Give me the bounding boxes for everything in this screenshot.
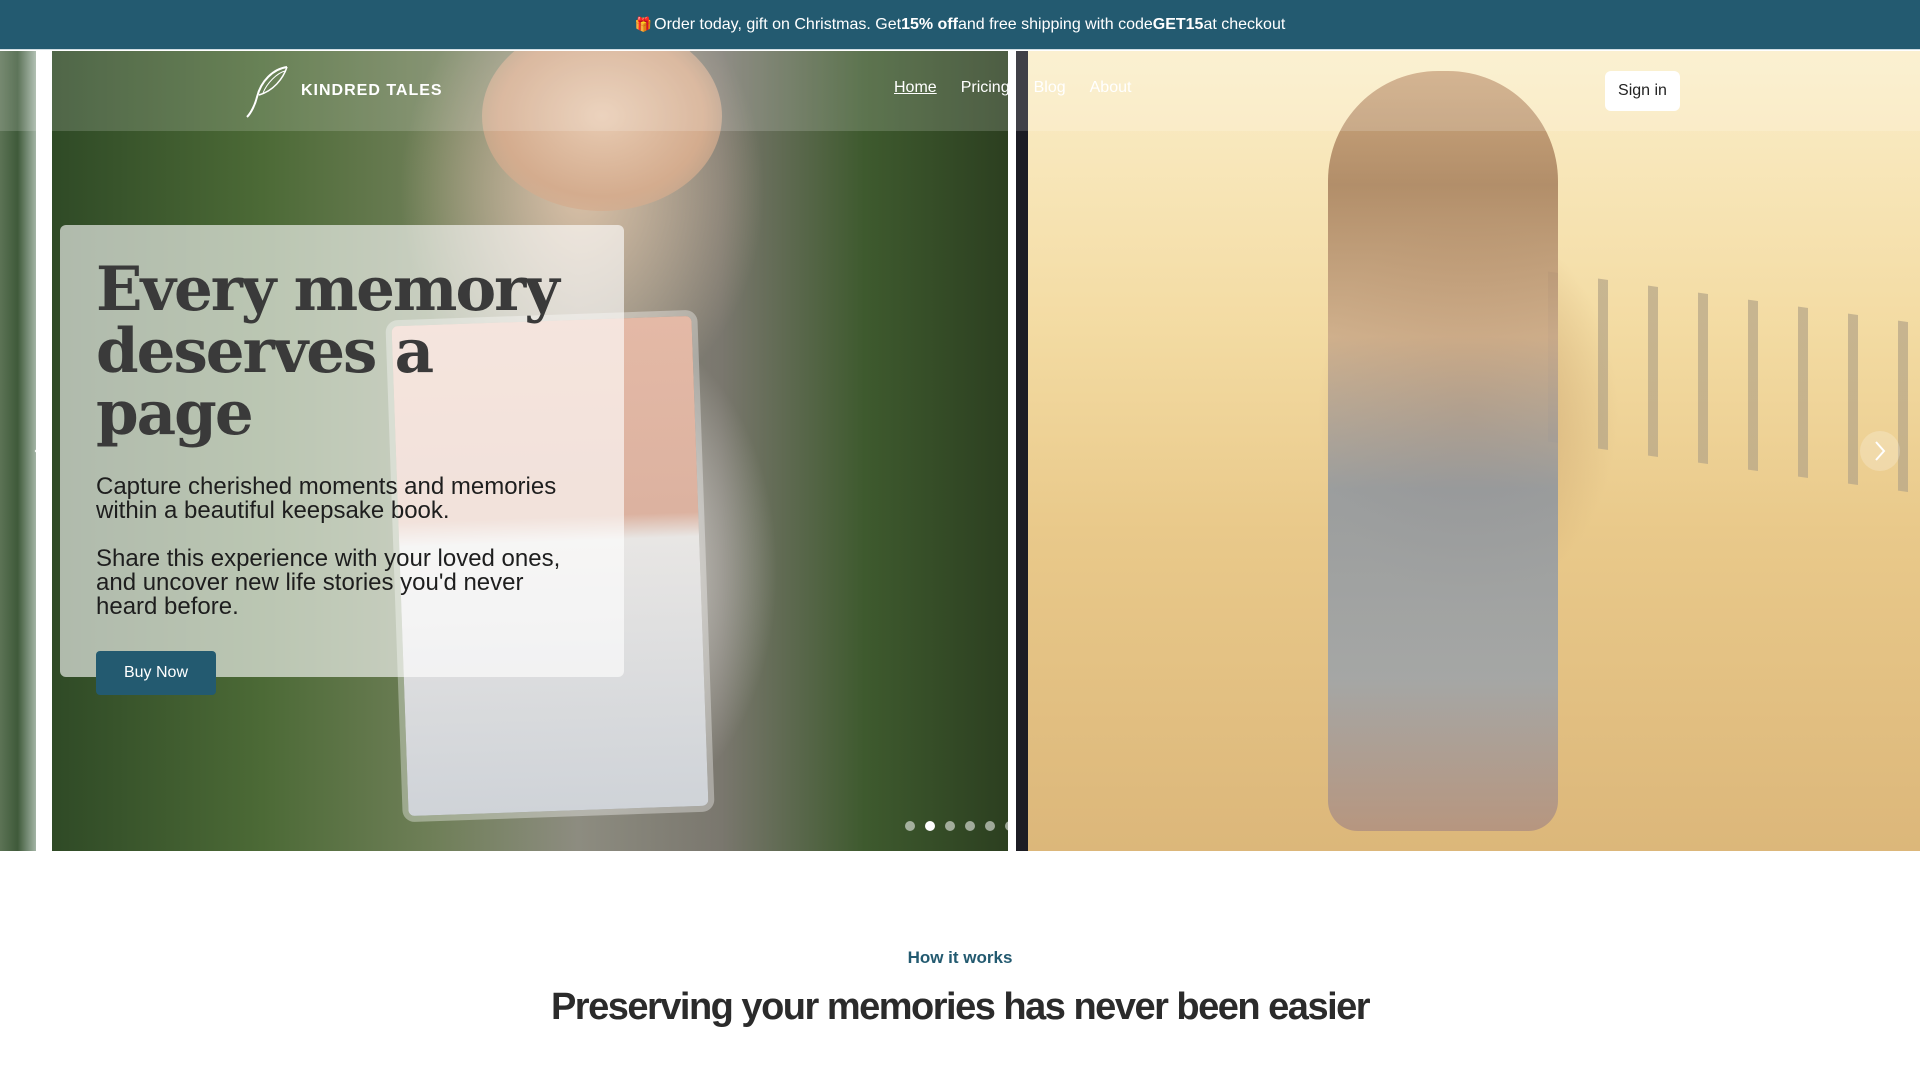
slide-photo-person	[1328, 71, 1558, 831]
hero-card: Every memory deserves a page Capture che…	[60, 225, 624, 695]
carousel-dot[interactable]	[945, 821, 955, 831]
carousel-dot[interactable]	[1005, 821, 1015, 831]
announcement-text-end: at checkout	[1203, 15, 1286, 33]
nav-home-link[interactable]: Home	[894, 79, 937, 97]
carousel-dot[interactable]	[905, 821, 915, 831]
nav-pricing-link[interactable]: Pricing	[961, 79, 1010, 97]
nav-about-link[interactable]: About	[1090, 79, 1132, 97]
quill-icon	[246, 66, 288, 118]
carousel-dot[interactable]	[965, 821, 975, 831]
carousel-next-button[interactable]	[1860, 431, 1900, 471]
carousel-prev-button[interactable]	[20, 431, 60, 471]
brand-name: KINDRED TALES	[301, 82, 443, 99]
slide-edge	[1016, 51, 1028, 851]
announcement-discount: 15% off	[901, 15, 958, 33]
hero-title: Every memory deserves a page	[96, 254, 560, 449]
announcement-code: GET15	[1152, 15, 1204, 33]
nav-blog-link[interactable]: Blog	[1034, 79, 1066, 97]
slide-photo-rail	[1548, 271, 1920, 501]
carousel-dots	[905, 821, 1015, 831]
chevron-right-icon	[1875, 441, 1886, 461]
brand-logo[interactable]: KINDRED TALES	[243, 63, 443, 119]
how-it-works-eyebrow: How it works	[907, 948, 1013, 967]
announcement-bar: 🎁 Order today, gift on Christmas. Get 15…	[0, 0, 1920, 50]
carousel-dot[interactable]	[925, 821, 935, 831]
gift-icon: 🎁	[634, 16, 653, 32]
carousel-slide-next	[1028, 51, 1920, 851]
how-it-works-title: Preserving your memories has never been …	[550, 986, 1371, 1028]
buy-now-button[interactable]: Buy Now	[96, 651, 216, 695]
hero-carousel: KINDRED TALES Home Pricing Blog About Si…	[0, 51, 1920, 851]
main-nav: Home Pricing Blog About	[894, 79, 1131, 97]
chevron-left-icon	[34, 441, 45, 461]
announcement-text-start: Order today, gift on Christmas. Get	[654, 15, 902, 33]
carousel-dot[interactable]	[985, 821, 995, 831]
sign-in-button[interactable]: Sign in	[1605, 71, 1680, 111]
slide-divider	[1008, 51, 1016, 851]
hero-paragraph-1: Capture cherished moments and memories w…	[96, 473, 557, 524]
announcement-text-middle: and free shipping with code	[957, 15, 1153, 33]
hero-paragraph-2: Share this experience with your loved on…	[96, 545, 561, 620]
